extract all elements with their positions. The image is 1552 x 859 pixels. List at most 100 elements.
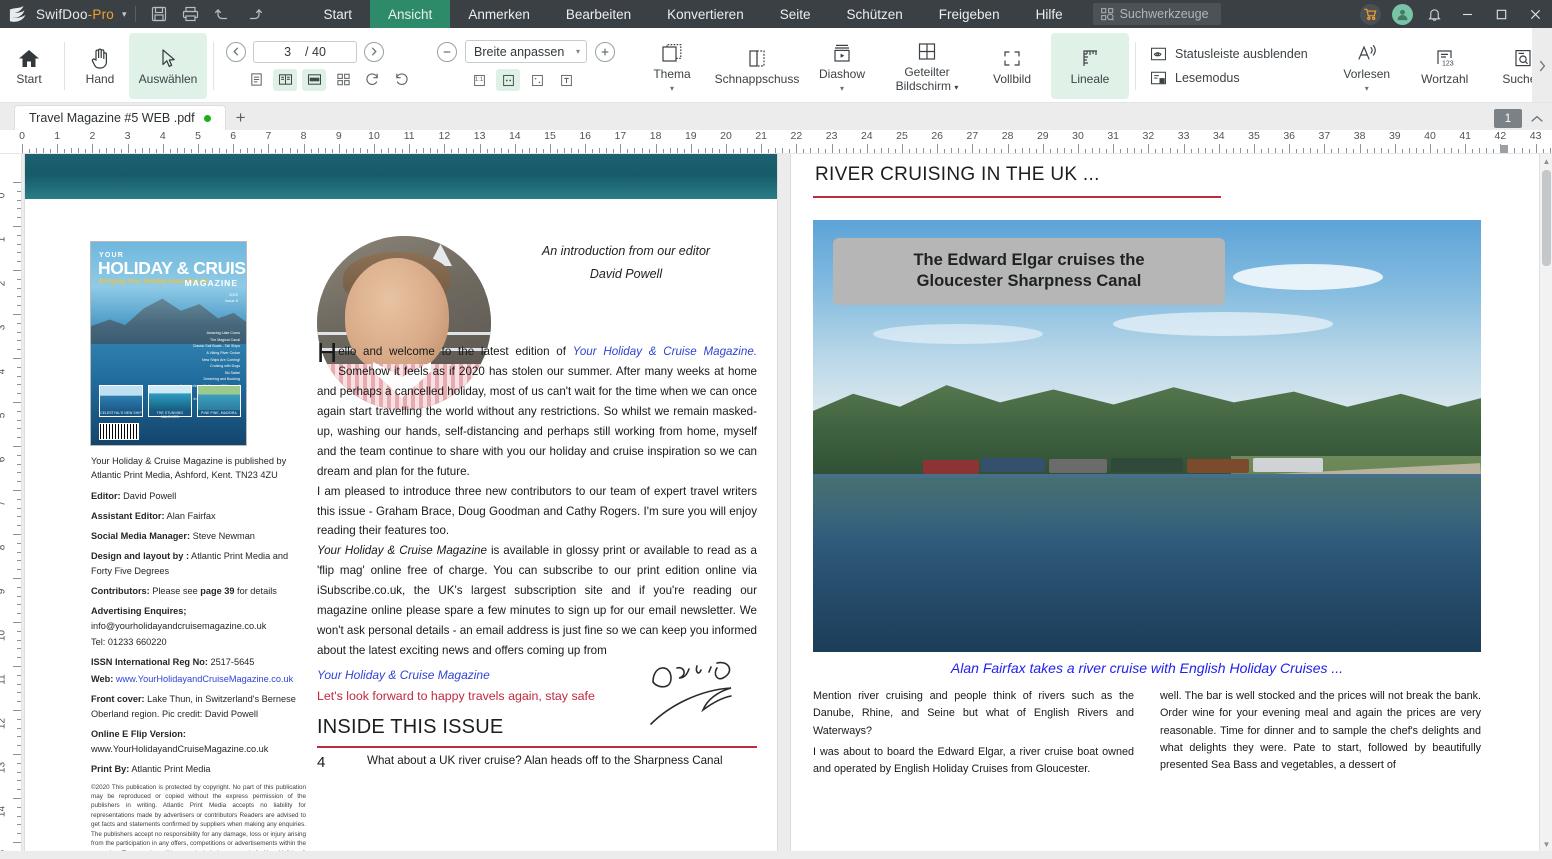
- menu-item-bearbeiten[interactable]: Bearbeiten: [548, 0, 649, 28]
- menu-item-start[interactable]: Start: [306, 0, 371, 28]
- undo-icon[interactable]: [208, 1, 238, 27]
- ruler-tick: [17, 375, 21, 377]
- fit-page-button[interactable]: [496, 69, 520, 91]
- cart-icon[interactable]: [1354, 0, 1386, 28]
- actual-size-button[interactable]: 1:1: [467, 69, 491, 91]
- maximize-button[interactable]: [1484, 0, 1518, 28]
- ribbon-overflow-button[interactable]: [1532, 28, 1552, 102]
- ruler-tick-label: 7: [0, 501, 8, 507]
- ruler-tick-label: 15: [544, 130, 556, 142]
- ruler-tick: [1000, 149, 1002, 153]
- magazine-website-link[interactable]: www.YourHolidayandCruiseMagazine.co.uk: [113, 674, 293, 684]
- ruler-tick: [486, 149, 488, 153]
- rulers-button[interactable]: Lineale: [1051, 32, 1129, 99]
- snapshot-label: Schnappschuss: [714, 72, 800, 87]
- ruler-tick: [880, 148, 882, 153]
- ruler-tick: [17, 437, 21, 439]
- credit-web: Web: www.YourHolidayandCruiseMagazine.co…: [91, 674, 294, 684]
- fullscreen-button[interactable]: Vollbild: [973, 33, 1051, 99]
- ruler-tick: [409, 144, 411, 153]
- document-tab[interactable]: Travel Magazine #5 WEB .pdf: [14, 105, 226, 130]
- page-number-input[interactable]: 3 / 40: [253, 40, 357, 63]
- slideshow-button[interactable]: Diashow ▾: [803, 33, 881, 99]
- scroll-up-arrow-icon[interactable]: ▲: [1540, 154, 1552, 168]
- read-aloud-button[interactable]: Vorlesen ▾: [1328, 33, 1406, 99]
- document-viewport[interactable]: YOUR HOLIDAY & CRUISE Bringing Your Holi…: [22, 154, 1552, 851]
- ruler-tick: [1254, 144, 1255, 153]
- vertical-scrollbar-thumb[interactable]: [1542, 170, 1551, 266]
- photo-caption-line-2: Gloucester Sharpness Canal: [916, 272, 1142, 291]
- svg-text:123: 123: [1442, 61, 1454, 68]
- notification-bell-icon[interactable]: [1418, 0, 1450, 28]
- menu-item-seite[interactable]: Seite: [762, 0, 829, 28]
- fit-visible-button[interactable]: [525, 69, 549, 91]
- chevron-down-icon[interactable]: ▾: [1365, 84, 1369, 92]
- ruler-tick: [17, 498, 21, 500]
- chevron-up-icon[interactable]: [1530, 114, 1544, 124]
- ruler-tick: [585, 144, 587, 153]
- chevron-down-icon[interactable]: ▾: [122, 9, 127, 20]
- ruler-tick: [458, 148, 460, 153]
- save-icon[interactable]: [144, 1, 174, 27]
- menu-item-freigeben[interactable]: Freigeben: [921, 0, 1018, 28]
- word-count-button[interactable]: 123 Wortzahl: [1406, 33, 1484, 99]
- next-page-button[interactable]: [364, 41, 384, 62]
- reading-mode-button[interactable]: Lesemodus: [1150, 70, 1308, 86]
- close-button[interactable]: [1518, 0, 1552, 28]
- home-button[interactable]: Start: [0, 33, 58, 99]
- ruler-tick: [620, 144, 622, 153]
- vertical-ruler[interactable]: 012345678910111213141516: [0, 154, 22, 851]
- vertical-scrollbar[interactable]: ▲ ▼: [1539, 154, 1552, 851]
- ruler-tick: [550, 144, 551, 153]
- ruler-tick: [1345, 148, 1347, 153]
- snapshot-button[interactable]: Schnappschuss: [711, 33, 803, 99]
- pdf-page-left[interactable]: YOUR HOLIDAY & CRUISE Bringing Your Holi…: [25, 154, 777, 851]
- continuous-scroll-view-button[interactable]: [302, 68, 326, 91]
- hand-tool-button[interactable]: Hand: [71, 33, 129, 99]
- previous-page-button[interactable]: [226, 41, 246, 62]
- horizontal-ruler[interactable]: 0 1 2 3 4 5 6 7 8 9 10 11 12 13 14 15 16 17 18 19 20 21 22 23 24…: [0, 130, 1552, 154]
- single-page-view-button[interactable]: [244, 69, 268, 91]
- zoom-level-select[interactable]: Breite anpassen ▾: [465, 40, 587, 63]
- hide-statusbar-button[interactable]: Statusleiste ausblenden: [1150, 46, 1308, 62]
- theme-button[interactable]: Thema ▾: [633, 33, 711, 99]
- new-tab-button[interactable]: +: [226, 105, 256, 130]
- ruler-tick: [1042, 144, 1044, 153]
- ruler-marker[interactable]: [1500, 145, 1508, 153]
- ruler-tick: [17, 481, 21, 483]
- menu-item-anmerken[interactable]: Anmerken: [450, 0, 548, 28]
- home-icon: [19, 49, 39, 67]
- ruler-tick: [916, 148, 918, 153]
- zoom-out-button[interactable]: [437, 41, 457, 62]
- ruler-tick: [1056, 148, 1058, 153]
- rotate-counterclockwise-button[interactable]: [389, 69, 413, 91]
- search-tools-button[interactable]: Suchwerkzeuge: [1092, 3, 1221, 25]
- ruler-tick: [557, 149, 559, 153]
- menu-item-schuetzen[interactable]: Schützen: [828, 0, 920, 28]
- account-icon[interactable]: [1386, 0, 1418, 28]
- select-tool-button[interactable]: Auswählen: [129, 32, 207, 99]
- pdf-page-right[interactable]: RIVER CRUISING IN THE UK ... The Edward …: [791, 154, 1543, 851]
- minimize-button[interactable]: [1450, 0, 1484, 28]
- menu-item-ansicht[interactable]: Ansicht: [370, 0, 451, 28]
- ruler-tick: [17, 410, 21, 412]
- menu-item-konvertieren[interactable]: Konvertieren: [649, 0, 762, 28]
- thumbnail-grid-view-button[interactable]: [331, 69, 355, 91]
- two-page-view-button[interactable]: [273, 68, 297, 91]
- ruler-tick: [17, 393, 21, 395]
- scroll-down-arrow-icon[interactable]: ▼: [1540, 837, 1552, 851]
- chevron-down-icon[interactable]: ▾: [670, 84, 674, 92]
- print-icon[interactable]: [176, 1, 206, 27]
- ruler-tick: [275, 149, 277, 153]
- menu-item-hilfe[interactable]: Hilfe: [1018, 0, 1081, 28]
- zoom-in-button[interactable]: [595, 41, 615, 62]
- app-brand[interactable]: SwifDoo-Pro ▾: [0, 4, 127, 24]
- text-reflow-button[interactable]: [554, 69, 578, 91]
- ruler-tick: [465, 148, 467, 153]
- chevron-down-icon[interactable]: ▾: [840, 84, 844, 92]
- ruler-tick: [268, 144, 270, 153]
- split-screen-button[interactable]: Geteilter Bildschirm ▾: [881, 33, 973, 99]
- redo-icon[interactable]: [240, 1, 270, 27]
- rotate-clockwise-button[interactable]: [360, 69, 384, 91]
- page-indicator-badge[interactable]: 1: [1494, 109, 1522, 128]
